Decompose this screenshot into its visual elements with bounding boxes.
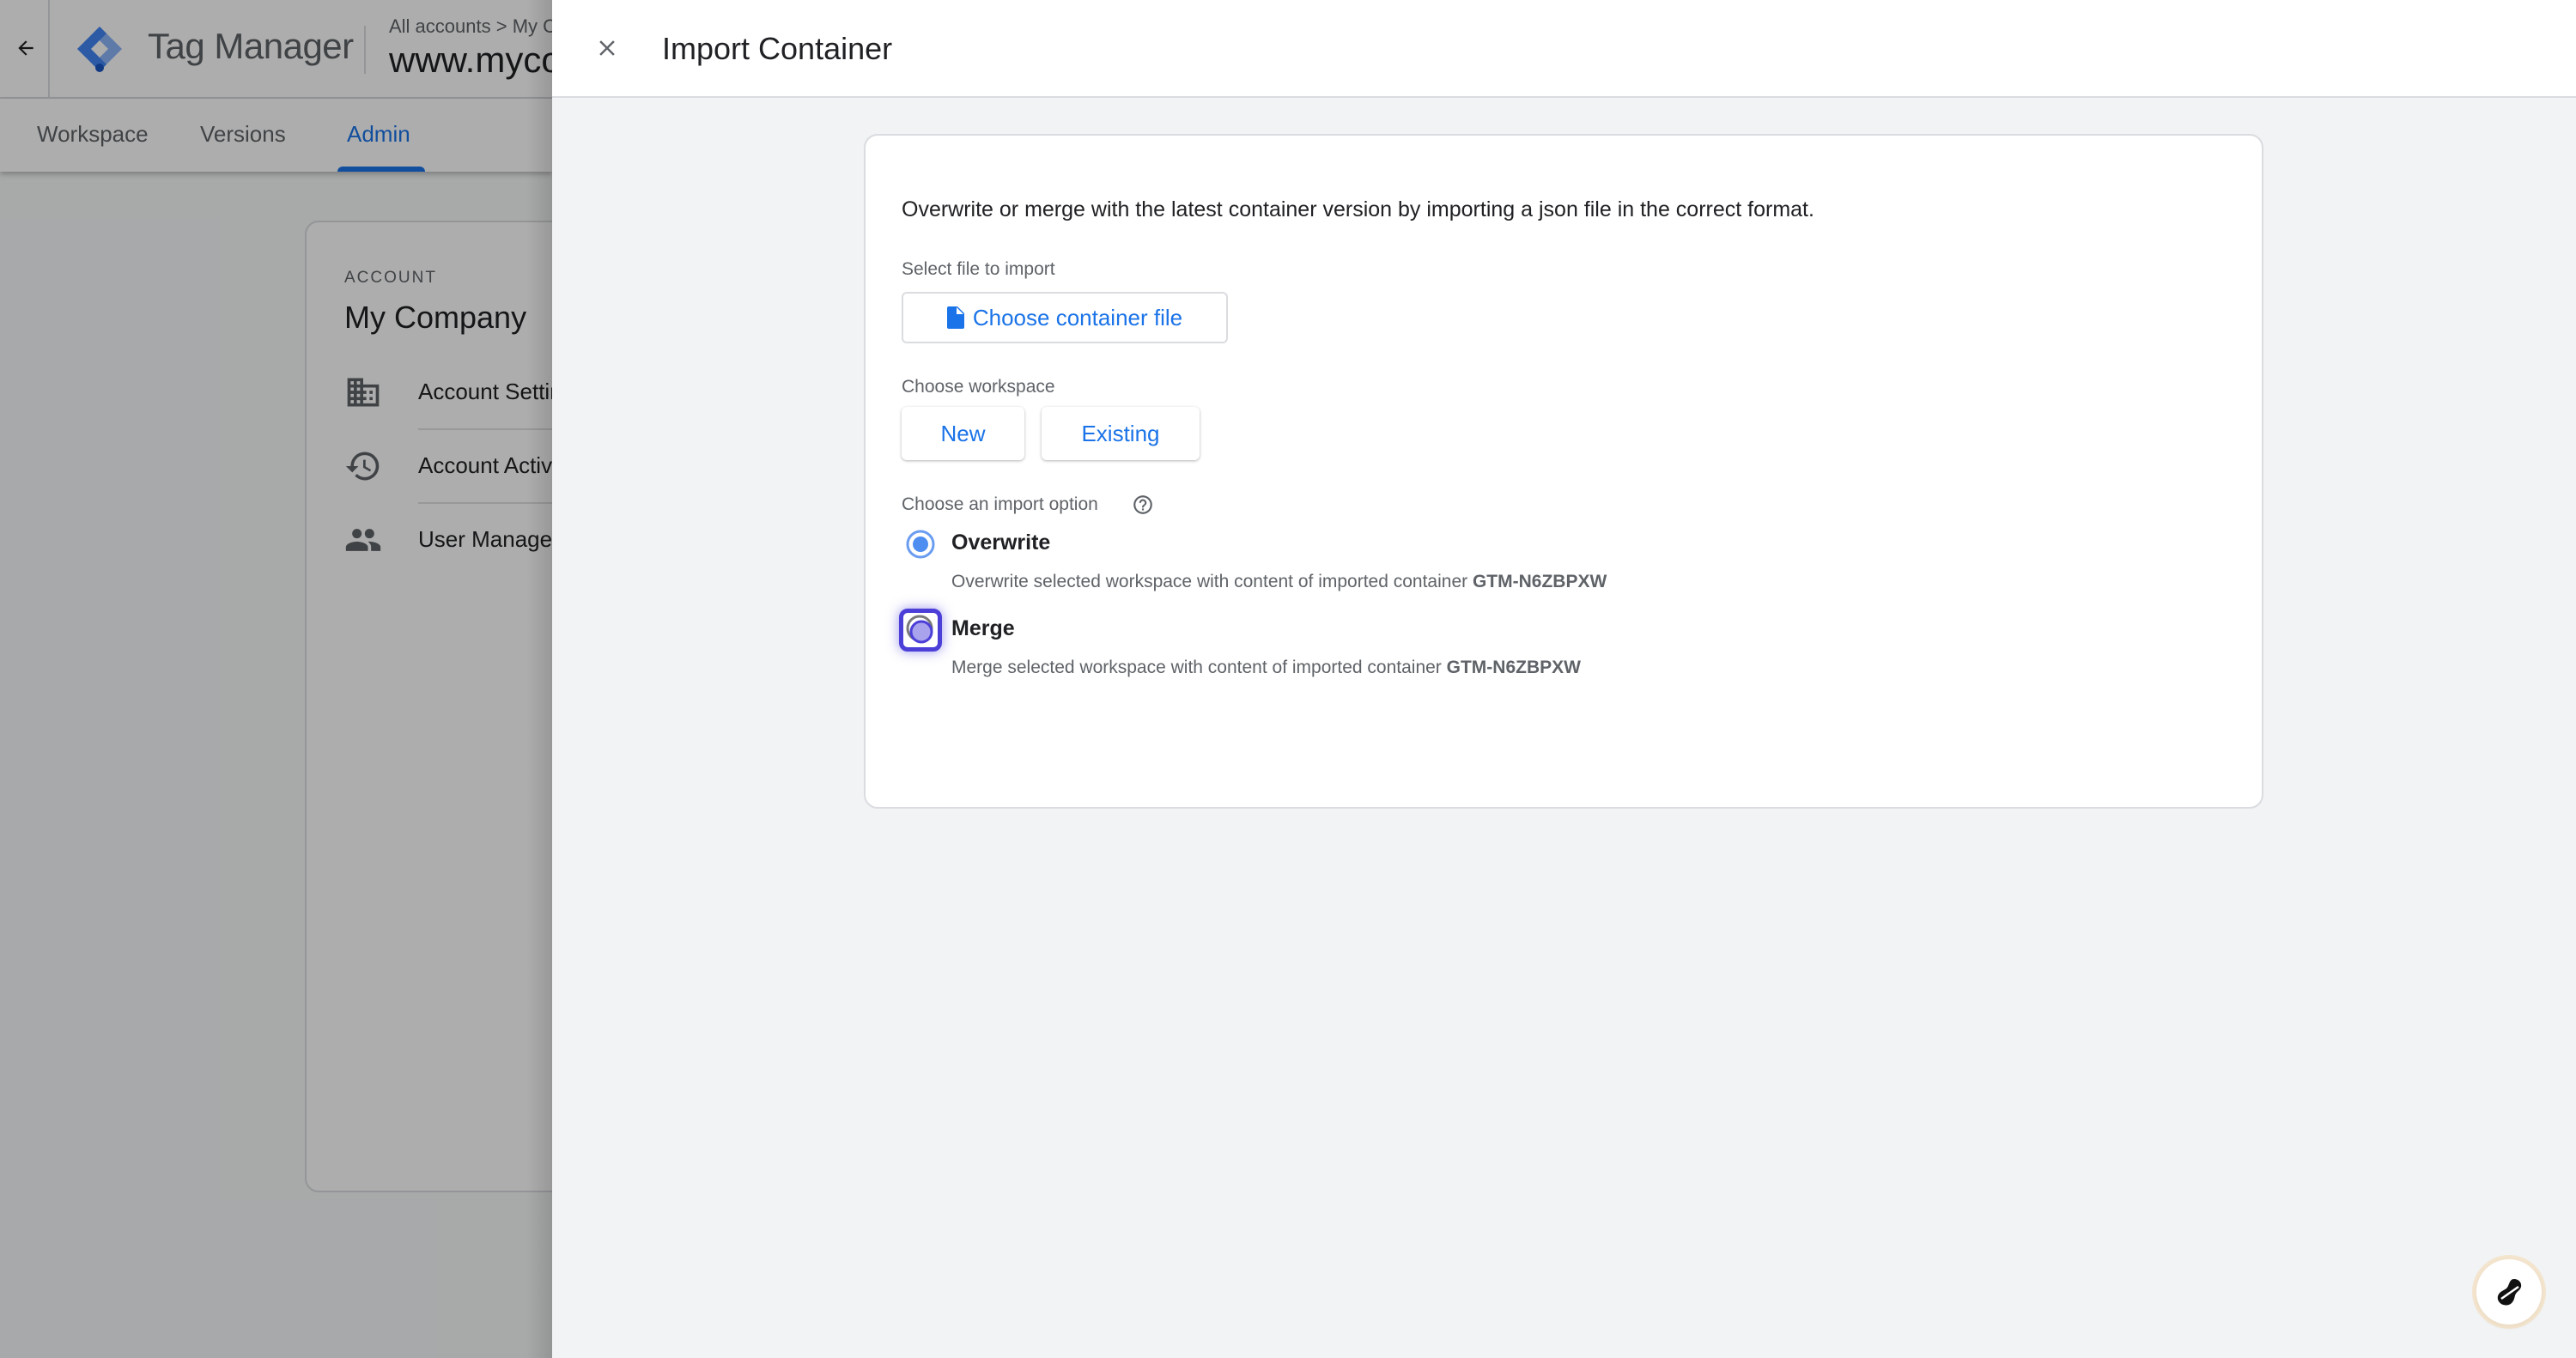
panel-header: Import Container [552, 0, 2576, 98]
existing-workspace-button[interactable]: Existing [1042, 407, 1200, 460]
container-id: GTM-N6ZBPXW [1446, 658, 1581, 677]
merge-label[interactable]: Merge [951, 616, 1015, 641]
panel-title: Import Container [662, 31, 893, 66]
close-button[interactable] [588, 29, 626, 67]
background-app: Tag Manager All accounts > My Company ww… [0, 0, 552, 1358]
help-icon[interactable] [1132, 494, 1154, 516]
import-option-label: Choose an import option [902, 494, 1098, 514]
workspace-label: Choose workspace [902, 377, 1055, 397]
new-workspace-button[interactable]: New [902, 407, 1024, 460]
container-id: GTM-N6ZBPXW [1472, 572, 1607, 591]
merge-radio-circle-icon [906, 615, 933, 644]
overwrite-description: Overwrite selected workspace with conten… [951, 572, 1607, 592]
choose-container-file-label: Choose container file [972, 304, 1183, 330]
merge-description: Merge selected workspace with content of… [951, 658, 1581, 678]
modal-scrim[interactable] [0, 0, 552, 1358]
file-icon [946, 306, 964, 329]
choose-container-file-button[interactable]: Choose container file [902, 292, 1228, 343]
peanut-icon [2497, 1279, 2522, 1306]
overwrite-label[interactable]: Overwrite [951, 530, 1050, 555]
overwrite-radio[interactable] [905, 529, 936, 560]
close-icon [599, 40, 615, 56]
merge-radio[interactable] [899, 609, 942, 652]
assistant-fab-button[interactable] [2476, 1259, 2542, 1325]
import-description: Overwrite or merge with the latest conta… [902, 197, 1814, 221]
file-select-label: Select file to import [902, 259, 1055, 279]
overwrite-description-text: Overwrite selected workspace with conten… [951, 572, 1473, 591]
import-card: Overwrite or merge with the latest conta… [864, 134, 2263, 809]
import-container-panel: Import Container Overwrite or merge with… [552, 0, 2576, 1358]
panel-shadow [526, 0, 552, 1358]
merge-description-text: Merge selected workspace with content of… [951, 658, 1447, 677]
